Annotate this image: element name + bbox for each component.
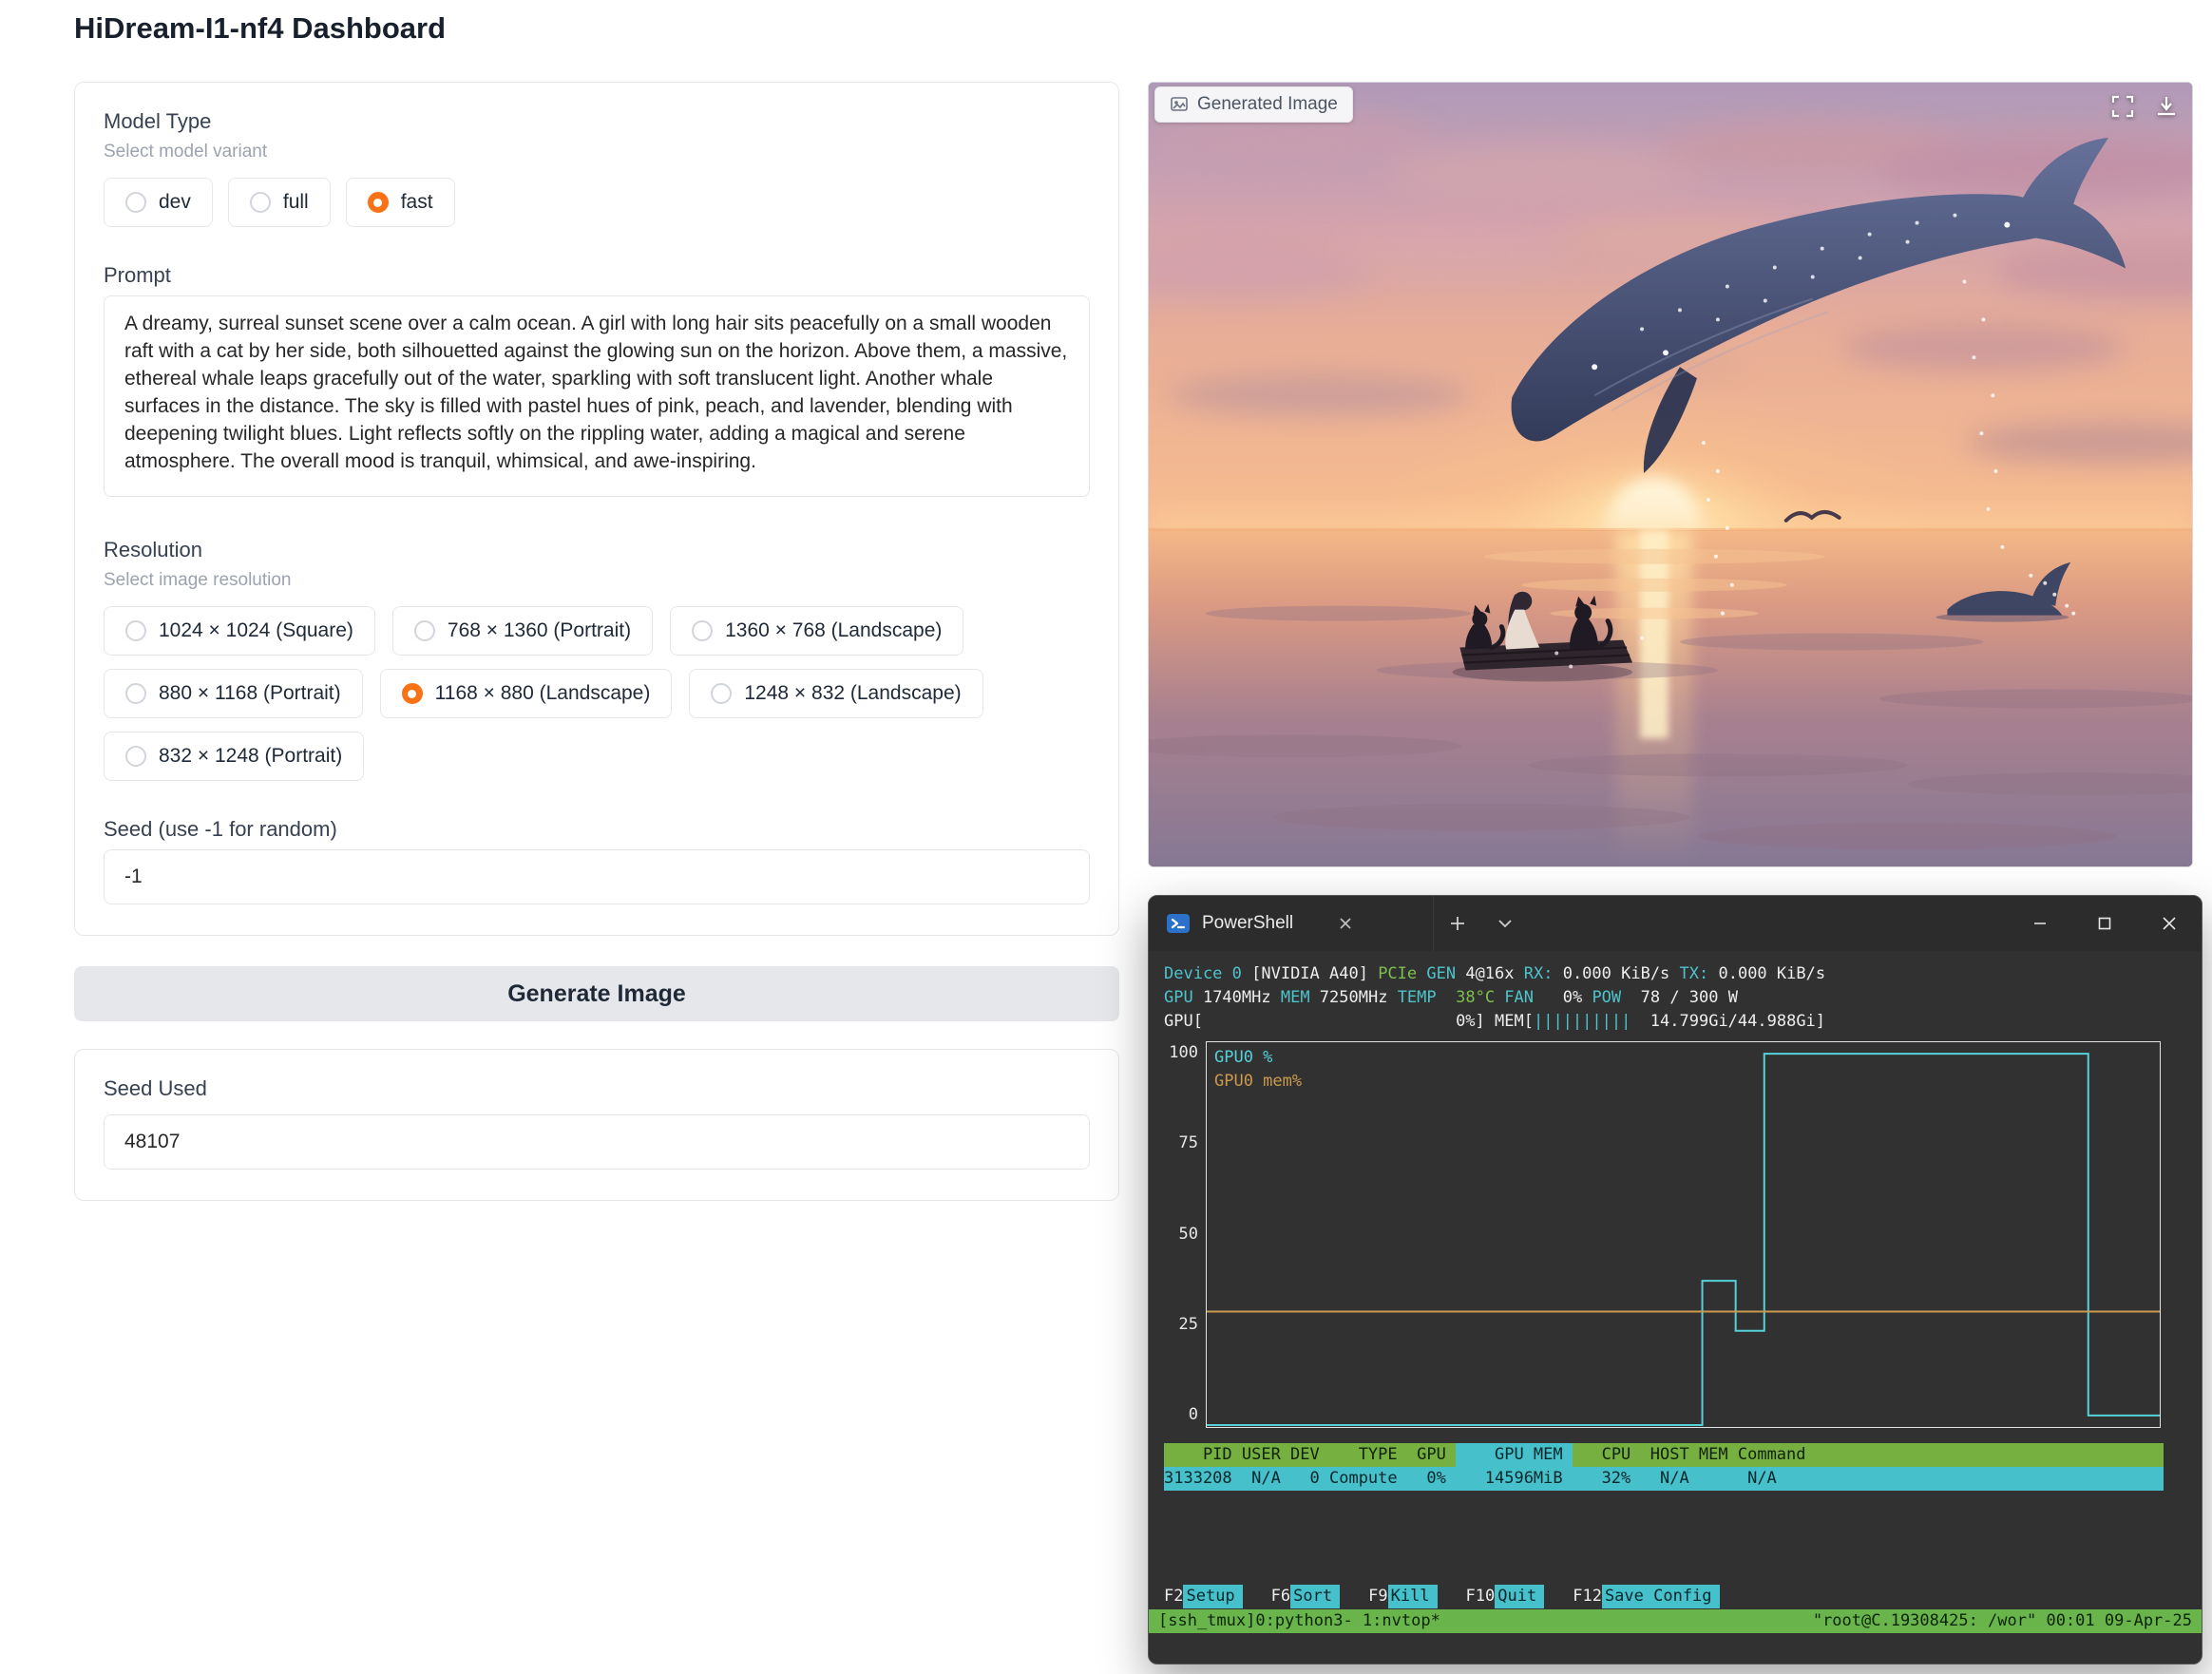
chart-y-axis: 0255075100	[1164, 1041, 1206, 1428]
model-type-label: Model Type	[104, 109, 1090, 134]
terminal-titlebar: PowerShell	[1149, 896, 2202, 951]
terminal-window: PowerShell	[1148, 895, 2202, 1664]
model-option-fast[interactable]: fast	[346, 178, 455, 227]
resolution-option-label: 1024 × 1024 (Square)	[159, 619, 353, 642]
resolution-option-label: 768 × 1360 (Portrait)	[448, 619, 631, 642]
nvtop-function-keys: F2SetupF6SortF9KillF10QuitF12Save Config	[1164, 1585, 1720, 1608]
radio-icon	[711, 683, 732, 704]
radio-icon	[125, 192, 146, 213]
tmux-host-clock: "root@C.19308425: /wor" 00:01 09-Apr-25	[1813, 1609, 2192, 1633]
close-icon	[2162, 916, 2177, 931]
resolution-option-label: 832 × 1248 (Portrait)	[159, 745, 342, 768]
resolution-option-label: 1248 × 832 (Landscape)	[744, 682, 961, 705]
powershell-icon	[1166, 911, 1191, 936]
image-icon	[1170, 95, 1189, 114]
radio-icon	[250, 192, 271, 213]
image-badge-label: Generated Image	[1197, 94, 1338, 115]
minimize-button[interactable]	[2008, 896, 2072, 951]
radio-icon	[414, 620, 435, 641]
prompt-input[interactable]: A dreamy, surreal sunset scene over a ca…	[104, 295, 1090, 497]
seed-input[interactable]	[104, 849, 1090, 904]
download-icon	[2154, 94, 2179, 119]
resolution-option-1024x1024[interactable]: 1024 × 1024 (Square)	[104, 606, 375, 656]
resolution-option-832x1248[interactable]: 832 × 1248 (Portrait)	[104, 732, 364, 781]
resolution-option-880x1168[interactable]: 880 × 1168 (Portrait)	[104, 669, 363, 718]
process-table-header: PID USER DEV TYPE GPU GPU MEM CPU HOST M…	[1164, 1443, 2164, 1467]
resolution-option-label: 1168 × 880 (Landscape)	[435, 682, 651, 705]
window-controls	[2008, 896, 2202, 951]
chart-plot-area: GPU0 % GPU0 mem%	[1206, 1041, 2161, 1428]
radio-icon	[125, 620, 146, 641]
tab-title: PowerShell	[1202, 913, 1293, 934]
tab-close-icon[interactable]	[1339, 917, 1352, 930]
model-option-label: dev	[159, 191, 191, 214]
generated-image	[1149, 83, 2192, 866]
model-option-dev[interactable]: dev	[104, 178, 213, 227]
radio-icon	[368, 192, 389, 213]
resolution-hint: Select image resolution	[104, 570, 1090, 591]
resolution-option-label: 880 × 1168 (Portrait)	[159, 682, 341, 705]
radio-icon	[692, 620, 713, 641]
fullscreen-icon	[2110, 94, 2135, 119]
download-button[interactable]	[2154, 94, 2179, 122]
prompt-label: Prompt	[104, 263, 1090, 288]
resolution-option-1248x832[interactable]: 1248 × 832 (Landscape)	[689, 669, 982, 718]
tmux-status-bar: [ssh_tmux]0:python3- 1:nvtop* "root@C.19…	[1149, 1609, 2202, 1633]
terminal-content: Device 0 [NVIDIA A40] PCIe GEN 4@16x RX:…	[1149, 951, 2202, 1664]
image-badge: Generated Image	[1154, 86, 1353, 123]
generated-image-panel: Generated Image	[1148, 82, 2193, 867]
generation-controls: Model Type Select model variant dev full…	[74, 82, 1119, 1201]
model-option-full[interactable]: full	[228, 178, 331, 227]
legend-gpu: GPU0 %	[1214, 1046, 1302, 1070]
tab-dropdown-button[interactable]	[1481, 896, 1529, 951]
generation-form-card: Model Type Select model variant dev full…	[74, 82, 1119, 936]
header-gpu-mem: GPU MEM	[1456, 1443, 1573, 1467]
process-row[interactable]: 3133208 N/A 0 Compute 0% 14596MiB 32% N/…	[1164, 1467, 2164, 1491]
seed-used-card: Seed Used 48107	[74, 1049, 1119, 1201]
resolution-option-1168x880[interactable]: 1168 × 880 (Landscape)	[380, 669, 673, 718]
image-actions	[2110, 94, 2179, 122]
process-table: PID USER DEV TYPE GPU GPU MEM CPU HOST M…	[1164, 1443, 2164, 1491]
nvtop-device-info: Device 0 [NVIDIA A40] PCIe GEN 4@16x RX:…	[1164, 962, 2202, 1034]
legend-mem: GPU0 mem%	[1214, 1070, 1302, 1094]
chart-lines	[1207, 1042, 2160, 1427]
header-right: CPU HOST MEM Command	[1573, 1443, 2164, 1467]
maximize-button[interactable]	[2072, 896, 2137, 951]
dashboard-root: HiDream-I1-nf4 Dashboard Model Type Sele…	[0, 0, 2212, 1674]
model-type-hint: Select model variant	[104, 142, 1090, 162]
model-type-options: dev full fast	[104, 178, 1090, 227]
resolution-option-label: 1360 × 768 (Landscape)	[725, 619, 942, 642]
generate-image-button[interactable]: Generate Image	[74, 966, 1119, 1021]
model-option-label: fast	[401, 191, 433, 214]
plus-icon	[1450, 916, 1465, 931]
seed-used-value: 48107	[104, 1114, 1090, 1170]
fullscreen-button[interactable]	[2110, 94, 2135, 122]
tmux-session-info: [ssh_tmux]0:python3- 1:nvtop*	[1158, 1609, 1440, 1633]
radio-icon	[125, 683, 146, 704]
chevron-down-icon	[1497, 916, 1513, 931]
radio-icon	[125, 746, 146, 767]
resolution-option-1360x768[interactable]: 1360 × 768 (Landscape)	[670, 606, 963, 656]
seed-label: Seed (use -1 for random)	[104, 817, 1090, 842]
chart-legend: GPU0 % GPU0 mem%	[1214, 1046, 1302, 1094]
page-title: HiDream-I1-nf4 Dashboard	[74, 11, 446, 46]
close-button[interactable]	[2137, 896, 2202, 951]
radio-icon	[402, 683, 423, 704]
model-option-label: full	[283, 191, 309, 214]
resolution-options: 1024 × 1024 (Square) 768 × 1360 (Portrai…	[104, 606, 1090, 781]
resolution-option-768x1360[interactable]: 768 × 1360 (Portrait)	[392, 606, 653, 656]
seed-used-label: Seed Used	[104, 1076, 1090, 1101]
header-left: PID USER DEV TYPE GPU	[1164, 1443, 1456, 1467]
new-tab-button[interactable]	[1434, 896, 1481, 951]
maximize-icon	[2097, 916, 2112, 931]
powershell-tab[interactable]: PowerShell	[1149, 896, 1434, 951]
gpu-utilization-chart: 0255075100 GPU0 % GPU0 mem%	[1164, 1041, 2202, 1428]
minimize-icon	[2032, 916, 2048, 931]
resolution-label: Resolution	[104, 538, 1090, 562]
